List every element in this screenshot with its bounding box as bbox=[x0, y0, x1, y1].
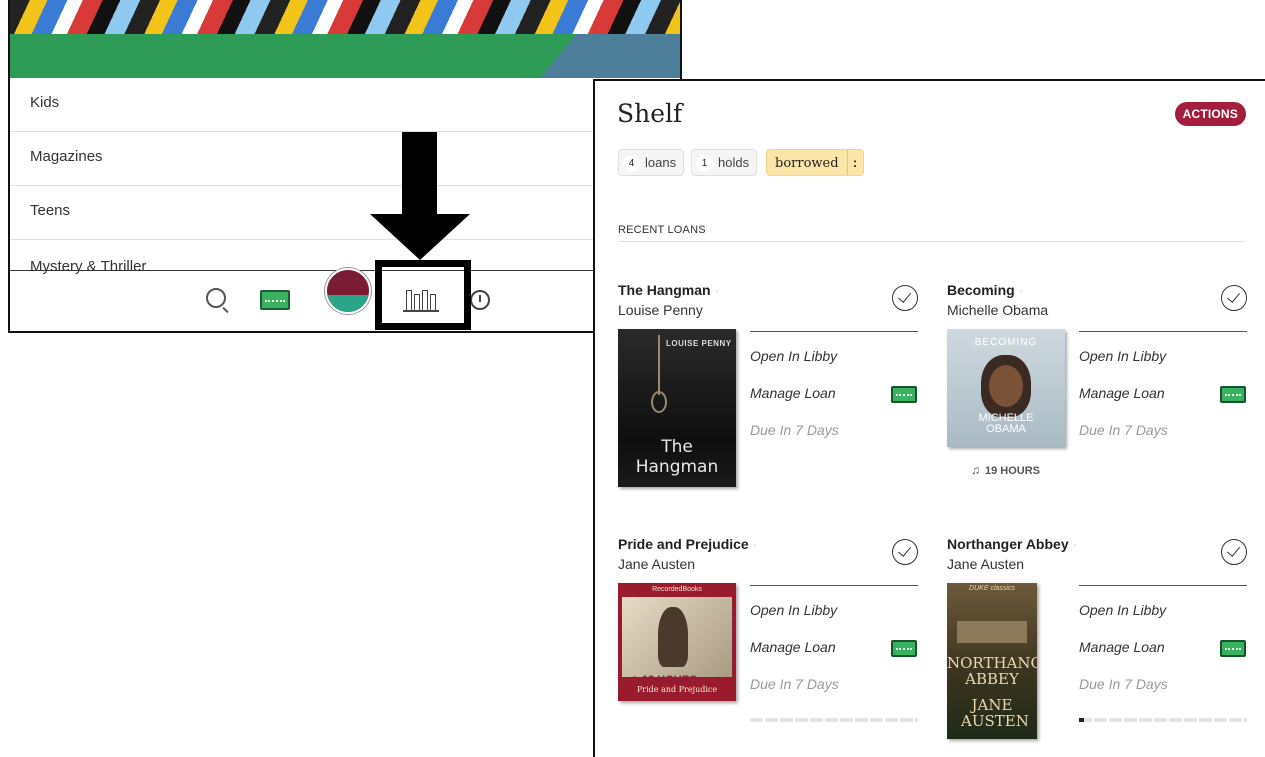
book-cover[interactable]: DUKE classics NORTHANGER ABBEY JANE AUST… bbox=[947, 583, 1037, 739]
header-band bbox=[10, 34, 680, 78]
loan-title: Becoming bbox=[947, 282, 1015, 298]
holds-label: holds bbox=[718, 155, 750, 170]
due-date-text: Due In 7 Days bbox=[750, 422, 839, 438]
highlight-box bbox=[375, 260, 471, 330]
pointer-arrow-head bbox=[370, 214, 470, 260]
library-card-icon[interactable] bbox=[260, 290, 290, 310]
book-cover[interactable]: BECOMING MICHELLE OBAMA bbox=[947, 329, 1065, 447]
cover-title: MICHELLE OBAMA bbox=[978, 412, 1034, 435]
banner-image bbox=[10, 0, 680, 34]
loan-card: Becoming · Michelle Obama BECOMING MICHEL… bbox=[947, 282, 1247, 487]
due-date-text: Due In 7 Days bbox=[1079, 422, 1168, 438]
loans-count: 4 bbox=[623, 155, 640, 172]
more-options-icon[interactable]: : bbox=[846, 150, 863, 175]
check-icon[interactable] bbox=[1221, 539, 1247, 565]
manage-loan-link[interactable]: Manage Loan bbox=[1079, 385, 1165, 401]
cover-title: NORTHANGER ABBEY bbox=[947, 654, 1037, 688]
loans-filter-chip[interactable]: 4 loans bbox=[618, 149, 685, 176]
time-remaining-badge: ♫ 12 HOURS bbox=[628, 672, 697, 686]
cover-author: JANE AUSTEN bbox=[961, 696, 1029, 730]
reading-progress-bar bbox=[750, 718, 918, 722]
manage-loan-link[interactable]: Manage Loan bbox=[750, 639, 836, 655]
cover-publisher: DUKE classics bbox=[969, 585, 1015, 592]
open-in-libby-link[interactable]: Open In Libby bbox=[750, 602, 837, 618]
open-in-libby-link[interactable]: Open In Libby bbox=[1079, 602, 1166, 618]
cover-author: LOUISE PENNY bbox=[666, 339, 732, 348]
library-menu-screen: Kids Magazines Teens Mystery & Thriller bbox=[8, 0, 682, 333]
menu-item-label: Mystery & Thriller bbox=[30, 258, 147, 275]
menu-item-label: Teens bbox=[30, 202, 71, 219]
time-remaining-text: 19 HOURS bbox=[985, 465, 1041, 477]
due-date-text: Due In 7 Days bbox=[750, 676, 839, 692]
open-in-libby-link[interactable]: Open In Libby bbox=[750, 348, 837, 364]
open-in-libby-link[interactable]: Open In Libby bbox=[1079, 348, 1166, 364]
library-card-icon bbox=[891, 386, 917, 403]
loan-author[interactable]: Louise Penny bbox=[618, 302, 703, 318]
section-heading: RECENT LOANS bbox=[618, 224, 706, 236]
holds-filter-chip[interactable]: 1 holds bbox=[691, 149, 758, 176]
book-cover[interactable]: LOUISE PENNY The Hangman bbox=[618, 329, 736, 487]
loan-title-row[interactable]: Northanger Abbey · bbox=[947, 536, 1077, 552]
avatar[interactable] bbox=[325, 268, 371, 314]
loan-author[interactable]: Jane Austen bbox=[947, 556, 1024, 572]
menu-item-label: Kids bbox=[30, 94, 60, 111]
time-remaining-text: 12 HOURS bbox=[642, 674, 698, 686]
borrowed-filter-chip[interactable]: borrowed: bbox=[766, 149, 864, 176]
loans-label: loans bbox=[645, 155, 677, 170]
holds-count: 1 bbox=[696, 155, 713, 172]
check-icon[interactable] bbox=[892, 539, 918, 565]
section-divider bbox=[618, 241, 1245, 242]
cover-publisher: RecordedBooks bbox=[652, 586, 702, 593]
loan-title-row[interactable]: Becoming · bbox=[947, 282, 1023, 298]
menu-item-label: Magazines bbox=[30, 148, 103, 165]
menu-item-magazines[interactable]: Magazines bbox=[10, 132, 680, 186]
pointer-arrow bbox=[402, 132, 437, 216]
loan-title: The Hangman bbox=[618, 282, 711, 298]
cover-title: Pride and Prejudice bbox=[636, 685, 718, 694]
loan-title: Pride and Prejudice bbox=[618, 536, 749, 552]
loan-author[interactable]: Michelle Obama bbox=[947, 302, 1048, 318]
menu-item-teens[interactable]: Teens bbox=[10, 186, 680, 240]
loan-title: Northanger Abbey bbox=[947, 536, 1069, 552]
cover-title: The Hangman bbox=[635, 437, 719, 477]
library-card-icon bbox=[1220, 640, 1246, 657]
cover-top-title: BECOMING bbox=[974, 337, 1038, 348]
loan-author[interactable]: Jane Austen bbox=[618, 556, 695, 572]
library-card-icon bbox=[891, 640, 917, 657]
actions-button[interactable]: ACTIONS bbox=[1174, 102, 1246, 126]
headphones-icon: ♫ bbox=[971, 463, 980, 477]
library-card-icon bbox=[1220, 386, 1246, 403]
check-icon[interactable] bbox=[892, 285, 918, 311]
headphones-icon: ♫ bbox=[628, 672, 637, 686]
loan-card: Northanger Abbey · Jane Austen DUKE class… bbox=[947, 536, 1247, 741]
page-title: Shelf bbox=[617, 99, 683, 128]
loan-card: The Hangman · Louise Penny LOUISE PENNY T… bbox=[618, 282, 918, 487]
manage-loan-link[interactable]: Manage Loan bbox=[750, 385, 836, 401]
loan-title-row[interactable]: The Hangman · bbox=[618, 282, 719, 298]
due-date-text: Due In 7 Days bbox=[1079, 676, 1168, 692]
loan-card: Pride and Prejudice · Jane Austen Recorde… bbox=[618, 536, 918, 741]
reading-progress-bar bbox=[1079, 718, 1247, 722]
search-icon[interactable] bbox=[206, 288, 226, 308]
loan-title-row[interactable]: Pride and Prejudice · bbox=[618, 536, 757, 552]
shelf-screen: Shelf ACTIONS 4 loans 1 holds borrowed: RE… bbox=[593, 79, 1265, 757]
time-remaining-badge: ♫ 19 HOURS bbox=[971, 463, 1040, 477]
clock-icon[interactable] bbox=[470, 290, 490, 310]
manage-loan-link[interactable]: Manage Loan bbox=[1079, 639, 1165, 655]
menu-item-kids[interactable]: Kids bbox=[10, 78, 680, 132]
check-icon[interactable] bbox=[1221, 285, 1247, 311]
borrowed-label: borrowed bbox=[775, 156, 839, 171]
